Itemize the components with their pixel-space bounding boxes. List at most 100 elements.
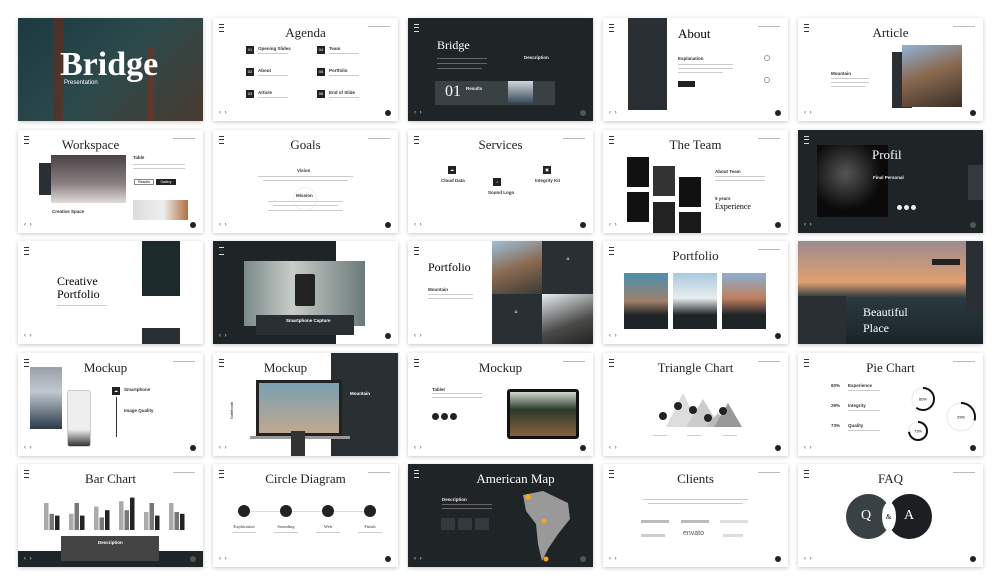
page-dot[interactable] xyxy=(580,110,586,116)
page-dot[interactable] xyxy=(775,333,781,339)
page-dot[interactable] xyxy=(385,333,391,339)
nav-arrows[interactable]: ‹ › xyxy=(414,110,423,116)
page-dot[interactable] xyxy=(580,556,586,562)
slide-profil[interactable]: Profil Final Personal ‹ › xyxy=(798,129,983,233)
pie-ring-label: 29% xyxy=(957,414,965,419)
nav-arrows[interactable]: ‹ › xyxy=(414,445,423,451)
page-dot[interactable] xyxy=(385,110,391,116)
mountain-label: Mountain xyxy=(831,71,851,76)
slide-workspace[interactable]: Workspace Table Results Gallery Creative… xyxy=(18,129,203,233)
page-dot[interactable] xyxy=(970,110,976,116)
slide-triangle-chart[interactable]: Triangle Chart ‹ › xyxy=(603,352,788,456)
slide-about[interactable]: About Explanation ‹ › xyxy=(603,18,788,121)
nav-arrows[interactable]: ‹ › xyxy=(804,445,813,451)
menu-icon[interactable] xyxy=(219,358,224,367)
agenda-item[interactable]: About xyxy=(258,68,271,73)
nav-arrows[interactable]: ‹ › xyxy=(219,445,228,451)
agenda-item[interactable]: Opening Slides xyxy=(258,46,291,51)
slide-cover[interactable]: Bridge Presentation xyxy=(18,18,203,121)
nav-arrows[interactable]: ‹ › xyxy=(24,556,33,562)
page-dot[interactable] xyxy=(970,221,976,228)
slide-creative-portfolio[interactable]: Creative Portfolio ‹ › xyxy=(18,241,203,344)
slide-circle-diagram[interactable]: Circle Diagram Exploration Sounding Web … xyxy=(213,464,398,567)
slide-american-map[interactable]: American Map Description ‹ › xyxy=(408,464,593,567)
page-dot[interactable] xyxy=(385,556,391,562)
page-dot[interactable] xyxy=(190,221,196,228)
results-button[interactable]: Results xyxy=(134,178,154,185)
nav-arrows[interactable]: ‹ › xyxy=(804,556,813,562)
slide-portfolio-2[interactable]: Portfolio ‹ › xyxy=(603,241,788,344)
nav-arrows[interactable]: ‹ › xyxy=(804,222,813,228)
slide-goals[interactable]: Goals Vision Mission ‹ › xyxy=(213,129,398,233)
social-icon[interactable] xyxy=(904,204,909,210)
agenda-item[interactable]: Article xyxy=(258,90,272,95)
slide-pie-chart[interactable]: Pie Chart 60% Experience 29% Integrity 7… xyxy=(798,352,983,456)
social-icon[interactable] xyxy=(911,204,916,210)
slide-bar-chart[interactable]: Bar Chart Description ‹ › xyxy=(18,464,203,567)
explanation-label: Explanation xyxy=(678,56,704,61)
envato-logo: envato xyxy=(683,530,705,537)
slide-team[interactable]: The Team About Team 5 years Experience ‹… xyxy=(603,129,788,233)
page-dot[interactable] xyxy=(970,444,976,451)
nav-arrows[interactable]: ‹ › xyxy=(219,556,228,562)
page-dot[interactable] xyxy=(580,444,586,451)
menu-icon[interactable] xyxy=(609,24,614,32)
years-label: 5 years xyxy=(715,195,731,201)
page-dot[interactable] xyxy=(775,110,781,116)
slide-mockup-3[interactable]: Mockup Tablet ‹ › xyxy=(408,352,593,456)
results-label: Results xyxy=(466,86,483,91)
nav-arrows[interactable]: ‹ › xyxy=(414,222,423,228)
menu-icon[interactable] xyxy=(414,24,419,32)
nav-arrows[interactable]: ‹ › xyxy=(609,110,618,116)
nav-arrows[interactable]: ‹ › xyxy=(219,222,228,228)
slide-mockup-2[interactable]: Mockup Notebook Mountain ‹ › xyxy=(213,352,398,456)
nav-arrows[interactable]: ‹ › xyxy=(609,222,618,228)
nav-arrows[interactable]: ‹ › xyxy=(609,445,618,451)
page-dot[interactable] xyxy=(190,556,196,562)
nav-arrows[interactable]: ‹ › xyxy=(24,333,33,339)
nav-arrows[interactable]: ‹ › xyxy=(219,110,228,116)
nav-arrows[interactable]: ‹ › xyxy=(24,222,33,228)
page-dot[interactable] xyxy=(775,556,781,562)
triangle-marker xyxy=(689,405,697,414)
menu-icon[interactable] xyxy=(804,135,809,144)
agenda-item[interactable]: End of Slide xyxy=(329,90,355,95)
about-button[interactable] xyxy=(678,81,695,87)
triangle-marker xyxy=(719,406,727,415)
slide-portfolio-1[interactable]: Portfolio Mountain ◘ ◘ ‹ › xyxy=(408,241,593,344)
slide-clients[interactable]: Clients envato ‹ › xyxy=(603,464,788,567)
menu-icon[interactable] xyxy=(414,247,419,255)
nav-arrows[interactable]: ‹ › xyxy=(219,333,228,339)
menu-icon[interactable] xyxy=(24,247,29,255)
page-dot[interactable] xyxy=(775,444,781,451)
nav-arrows[interactable]: ‹ › xyxy=(609,556,618,562)
slide-article[interactable]: Article Mountain ‹ › xyxy=(798,18,983,121)
slider-knob[interactable] xyxy=(764,55,770,61)
slide-smartphone[interactable]: Smartphone Capture ‹ › xyxy=(213,241,398,344)
slider-knob[interactable] xyxy=(764,77,770,83)
page-dot[interactable] xyxy=(385,221,391,228)
gallery-button[interactable]: Gallery xyxy=(156,178,176,185)
nav-arrows[interactable]: ‹ › xyxy=(609,333,618,339)
agenda-item[interactable]: Team xyxy=(329,46,340,51)
nav-arrows[interactable]: ‹ › xyxy=(414,556,423,562)
menu-icon[interactable] xyxy=(219,247,224,255)
page-dot[interactable] xyxy=(190,444,196,451)
nav-arrows[interactable]: ‹ › xyxy=(414,333,423,339)
slide-agenda[interactable]: Agenda 01 Opening Slides 02 About 03 Art… xyxy=(213,18,398,121)
menu-icon[interactable] xyxy=(24,358,29,367)
nav-arrows[interactable]: ‹ › xyxy=(804,110,813,116)
slide-beautiful-place[interactable]: Beautiful Place xyxy=(798,241,983,344)
slide-faq[interactable]: FAQ Q & A ‹ › xyxy=(798,464,983,567)
agenda-item[interactable]: Portfolio xyxy=(329,68,348,73)
slide-services[interactable]: Services ☁ Cloud Data ♪ Sound Logo ▣ Int… xyxy=(408,129,593,233)
page-dot[interactable] xyxy=(580,221,586,228)
slide-bridge[interactable]: Bridge Description 01 Results ‹ › xyxy=(408,18,593,121)
page-dot[interactable] xyxy=(970,556,976,562)
description-label: Description xyxy=(524,55,549,60)
social-icon[interactable] xyxy=(897,204,902,210)
slide-mockup-1[interactable]: Mockup ☁ Smartphone Image Quality ‹ › xyxy=(18,352,203,456)
menu-icon[interactable] xyxy=(414,470,419,478)
page-dot[interactable] xyxy=(775,221,781,228)
nav-arrows[interactable]: ‹ › xyxy=(24,445,33,451)
